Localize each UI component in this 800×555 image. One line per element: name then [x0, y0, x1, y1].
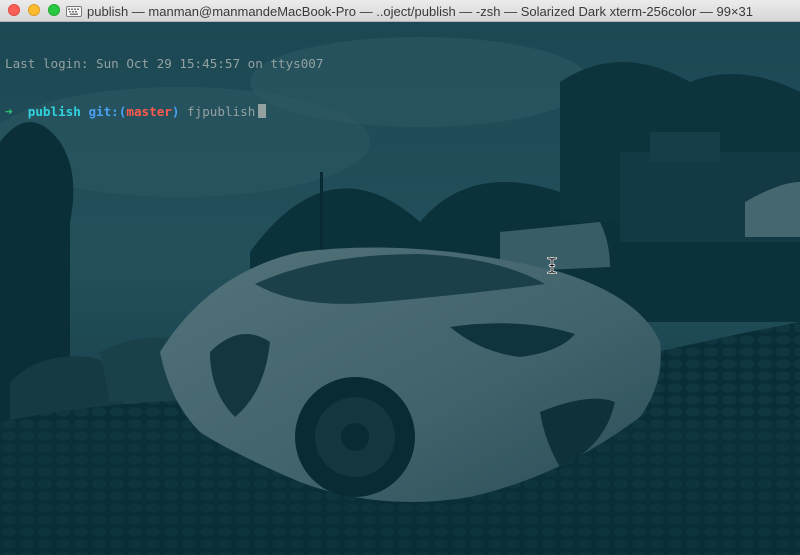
prompt-directory: publish	[27, 104, 81, 119]
text-cursor	[258, 104, 267, 118]
prompt-arrow-icon: ➜	[5, 104, 13, 119]
command-input[interactable]: fjpublish	[187, 104, 255, 119]
last-login-line: Last login: Sun Oct 29 15:45:57 on ttys0…	[5, 56, 795, 72]
keyboard-icon	[66, 5, 82, 17]
title-bar[interactable]: publish — manman@manmandeMacBook-Pro — .…	[0, 0, 800, 22]
minimize-button[interactable]	[28, 4, 40, 16]
last-login-text: Last login: Sun Oct 29 15:45:57 on ttys0…	[5, 56, 324, 71]
prompt-branch: master	[126, 104, 172, 119]
title-group: publish — manman@manmandeMacBook-Pro — .…	[66, 0, 796, 22]
terminal-output[interactable]: Last login: Sun Oct 29 15:45:57 on ttys0…	[5, 24, 795, 152]
prompt-git-suffix: )	[171, 104, 180, 119]
ibeam-cursor-icon	[547, 257, 557, 274]
window-title: publish — manman@manmandeMacBook-Pro — .…	[87, 3, 754, 19]
close-button[interactable]	[8, 4, 20, 16]
terminal-window: publish — manman@manmandeMacBook-Pro — .…	[0, 0, 800, 555]
prompt-line[interactable]: ➜ publish git:(master) fjpublish	[5, 104, 795, 120]
prompt-git-prefix: git:(	[88, 104, 127, 119]
zoom-button[interactable]	[48, 4, 60, 16]
